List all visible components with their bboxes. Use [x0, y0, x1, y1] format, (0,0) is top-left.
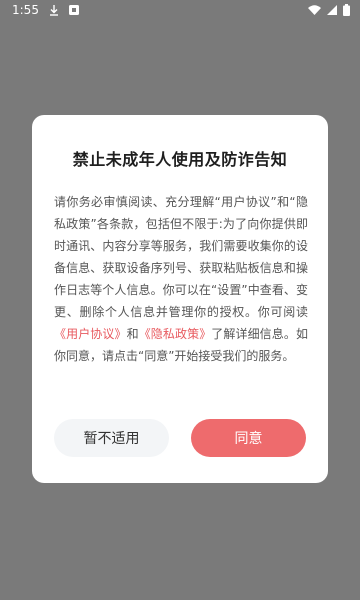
body-text-and: 和 [126, 327, 139, 341]
body-text-part1: 请你务必审慎阅读、充分理解“用户协议”和“隐私政策”各条款，包括但不限于:为了向… [54, 195, 308, 319]
privacy-policy-link[interactable]: 《隐私政策》 [139, 327, 212, 341]
agree-button[interactable]: 同意 [191, 419, 306, 457]
consent-dialog: 禁止未成年人使用及防诈告知 请你务必审慎阅读、充分理解“用户协议”和“隐私政策”… [32, 115, 328, 483]
status-bar: 1:55 [0, 0, 360, 22]
signal-icon [327, 5, 337, 15]
dialog-body: 请你务必审慎阅读、充分理解“用户协议”和“隐私政策”各条款，包括但不限于:为了向… [54, 191, 308, 367]
status-left: 1:55 [12, 3, 79, 17]
dialog-title: 禁止未成年人使用及防诈告知 [72, 150, 288, 169]
battery-icon [343, 4, 350, 16]
dialog-buttons: 暂不适用 同意 [54, 419, 306, 457]
download-icon [49, 4, 59, 16]
status-right [308, 4, 350, 16]
wifi-icon [308, 5, 321, 15]
user-agreement-link[interactable]: 《用户协议》 [54, 327, 127, 341]
decline-button[interactable]: 暂不适用 [54, 419, 169, 457]
notification-app-icon [68, 5, 79, 15]
status-time: 1:55 [12, 3, 39, 17]
